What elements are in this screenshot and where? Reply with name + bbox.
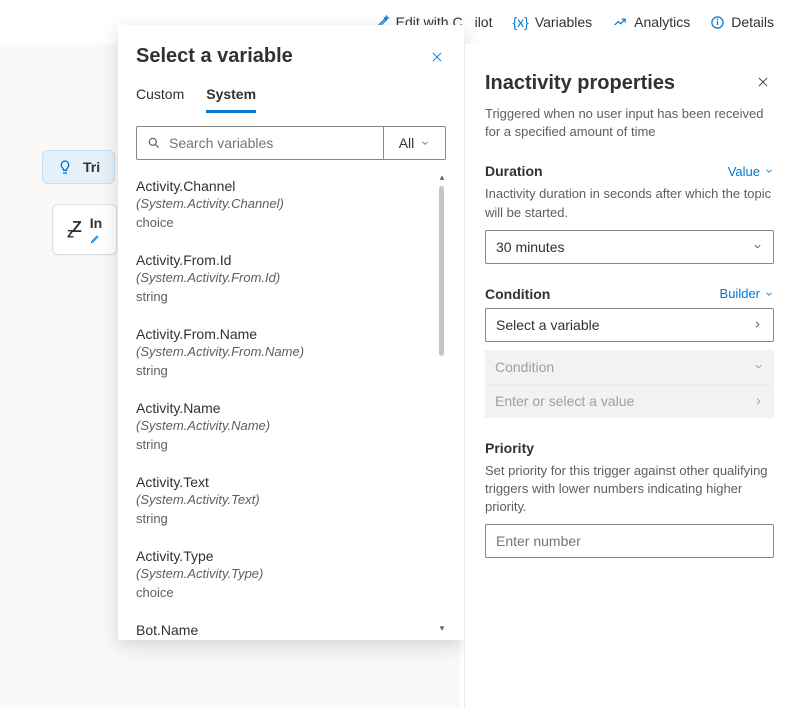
chevron-down-icon [753, 361, 764, 372]
chevron-down-icon [420, 138, 430, 148]
duration-dropdown[interactable]: 30 minutes [485, 230, 774, 264]
scrollbar[interactable]: ▴ ▾ [438, 172, 446, 634]
search-icon [147, 136, 161, 150]
condition-section: Condition Builder Select a variable Cond… [485, 286, 774, 418]
variable-item[interactable]: Activity.Name (System.Activity.Name) str… [136, 388, 432, 462]
variable-item[interactable]: Activity.Type (System.Activity.Type) cho… [136, 536, 432, 610]
variable-item[interactable]: Activity.Text (System.Activity.Text) str… [136, 462, 432, 536]
condition-mode-toggle[interactable]: Builder [720, 286, 774, 301]
scroll-down-icon[interactable]: ▾ [438, 623, 446, 634]
chevron-down-icon [764, 289, 774, 299]
inactivity-node[interactable]: zZ In [52, 204, 117, 255]
trigger-node[interactable]: Tri [42, 150, 115, 184]
chevron-right-icon [752, 319, 763, 330]
scroll-up-icon[interactable]: ▴ [438, 172, 446, 183]
select-variable-label: Select a variable [496, 317, 600, 333]
analytics-label: Analytics [634, 14, 690, 30]
pencil-icon [90, 233, 102, 244]
sleep-icon: zZ [67, 219, 80, 241]
details-command[interactable]: Details [710, 14, 774, 30]
priority-field[interactable] [485, 524, 774, 558]
inactivity-label: In [90, 215, 102, 231]
duration-desc: Inactivity duration in seconds after whi… [485, 185, 774, 221]
priority-label: Priority [485, 440, 534, 456]
chevron-right-icon [753, 396, 764, 407]
close-button[interactable] [428, 48, 446, 66]
priority-desc: Set priority for this trigger against ot… [485, 462, 774, 517]
variable-item[interactable]: Bot.Name (System.Bot.Name) [136, 610, 432, 640]
priority-input[interactable] [496, 533, 763, 549]
panel-title: Select a variable [136, 45, 293, 68]
tab-custom[interactable]: Custom [136, 86, 184, 113]
filter-dropdown[interactable]: All [383, 127, 445, 159]
variable-item[interactable]: Activity.From.Name (System.Activity.From… [136, 314, 432, 388]
close-button[interactable] [756, 75, 774, 93]
search-row: All [136, 126, 446, 160]
priority-section: Priority Set priority for this trigger a… [485, 440, 774, 559]
condition-operator-label: Condition [495, 359, 554, 375]
variable-item[interactable]: Activity.From.Id (System.Activity.From.I… [136, 240, 432, 314]
duration-value: 30 minutes [496, 239, 564, 255]
analytics-command[interactable]: Analytics [612, 14, 690, 30]
variables-label: Variables [535, 14, 592, 30]
variables-icon: {x} [512, 14, 528, 30]
duration-label: Duration [485, 163, 543, 179]
chevron-down-icon [764, 166, 774, 176]
variables-command[interactable]: {x} Variables [512, 14, 592, 30]
properties-subtitle: Triggered when no user input has been re… [485, 105, 774, 141]
variable-item[interactable]: Activity.Channel (System.Activity.Channe… [136, 166, 432, 240]
analytics-icon [612, 15, 628, 29]
select-variable-picker[interactable]: Select a variable [485, 308, 774, 342]
variable-picker-panel: Select a variable Custom System All Acti… [118, 25, 464, 640]
details-label: Details [731, 14, 774, 30]
filter-label: All [399, 135, 415, 151]
edit-label-right: ilot [475, 14, 493, 30]
scroll-thumb[interactable] [439, 186, 444, 356]
lightbulb-icon [57, 159, 73, 175]
properties-title: Inactivity properties [485, 72, 675, 95]
search-input[interactable] [169, 135, 373, 151]
condition-value-picker[interactable]: Enter or select a value [485, 384, 774, 418]
tab-system[interactable]: System [206, 86, 256, 113]
condition-value-placeholder: Enter or select a value [495, 393, 634, 409]
variable-list: Activity.Channel (System.Activity.Channe… [136, 166, 446, 640]
duration-section: Duration Value Inactivity duration in se… [485, 163, 774, 263]
trigger-label: Tri [83, 159, 100, 175]
chevron-down-icon [752, 241, 763, 252]
condition-operator-dropdown[interactable]: Condition [485, 350, 774, 384]
duration-mode-toggle[interactable]: Value [728, 164, 774, 179]
properties-panel: Inactivity properties Triggered when no … [464, 44, 794, 708]
condition-label: Condition [485, 286, 550, 302]
tab-row: Custom System [136, 86, 446, 114]
info-icon [710, 15, 725, 30]
